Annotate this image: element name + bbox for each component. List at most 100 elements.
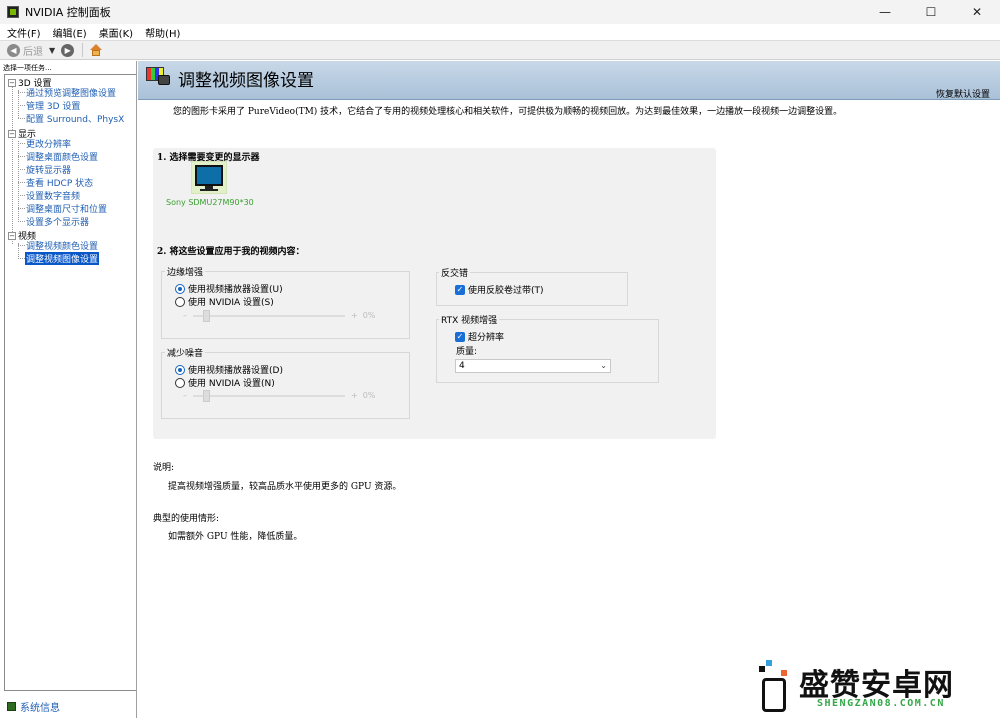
tree-item-desktop-color[interactable]: 调整桌面颜色设置	[26, 150, 98, 163]
tree-item-digital-audio[interactable]: 设置数字音频	[26, 189, 80, 202]
slider-thumb[interactable]	[203, 309, 210, 322]
tree-connector	[18, 208, 25, 209]
slider-min-label: –	[183, 311, 187, 320]
minimize-button[interactable]: —	[862, 0, 908, 24]
slider-max-label: +	[351, 311, 358, 320]
watermark-subtitle: SHENGZAN08.COM.CN	[817, 698, 945, 709]
back-arrow-icon[interactable]: ◀	[7, 43, 20, 57]
radio-selected-icon[interactable]	[175, 364, 185, 375]
noise-slider-value: 0%	[362, 391, 376, 400]
collapse-icon[interactable]: −	[8, 78, 16, 87]
checkbox-label: 超分辨率	[468, 333, 505, 343]
restore-defaults-link[interactable]: 恢复默认设置	[936, 87, 990, 100]
deinterlacing-label: 反交错	[439, 266, 471, 279]
edge-slider-value: 0%	[362, 311, 376, 320]
tree-item-desktop-size[interactable]: 调整桌面尺寸和位置	[26, 202, 107, 215]
task-tree[interactable]: − 3D 设置 通过预览调整图像设置 管理 3D 设置 配置 Surround、…	[4, 74, 136, 691]
tree-item-surround-physx[interactable]: 配置 Surround、PhysX	[26, 112, 124, 125]
task-pane-header: 选择一项任务...	[3, 64, 52, 72]
checkbox-label: 使用反胶卷过带(T)	[468, 286, 544, 296]
monitor-name[interactable]: Sony SDMU27M90*30	[166, 198, 254, 207]
slider-min-label: –	[183, 391, 187, 400]
back-button-label[interactable]: 后退	[23, 43, 43, 58]
quality-select[interactable]: 4 ⌄	[455, 359, 611, 373]
video-settings-icon	[146, 67, 172, 87]
window-title: NVIDIA 控制面板	[25, 6, 111, 19]
tree-connector	[18, 156, 25, 157]
rtx-video-label: RTX 视频增强	[439, 313, 500, 326]
edge-slider[interactable]	[193, 309, 345, 322]
usage-text: 如需额外 GPU 性能，降低质量。	[168, 532, 303, 542]
edge-slider-row: – + 0%	[183, 309, 376, 322]
slider-thumb[interactable]	[203, 389, 210, 402]
settings-panel: 1. 选择需要变更的显示器 Sony SDMU27M90*30 2. 将这些设置…	[153, 148, 716, 439]
tree-item-hdcp[interactable]: 查看 HDCP 状态	[26, 176, 93, 189]
title-bar: NVIDIA 控制面板 — ☐ ✕	[0, 0, 1000, 24]
menu-edit[interactable]: 编辑(E)	[53, 25, 87, 40]
collapse-icon[interactable]: −	[8, 129, 16, 138]
toolbar-divider	[82, 43, 84, 57]
tree-connector	[18, 195, 25, 196]
nvidia-app-icon	[7, 6, 19, 18]
tree-connector	[18, 245, 25, 246]
edge-nvidia-radio[interactable]: 使用 NVIDIA 设置(S)	[175, 295, 274, 308]
menu-help[interactable]: 帮助(H)	[145, 25, 180, 40]
monitor-icon[interactable]	[191, 161, 227, 194]
watermark: 盛赞安卓网 SHENGZAN08.COM.CN	[755, 658, 997, 716]
page-description: 您的图形卡采用了 PureVideo(TM) 技术，它结合了专用的视频处理核心和…	[173, 107, 843, 117]
system-info-icon	[7, 702, 16, 711]
tree-connector	[18, 221, 25, 222]
radio-label: 使用视频播放器设置(D)	[188, 366, 283, 376]
radio-label: 使用 NVIDIA 设置(N)	[188, 379, 275, 389]
inverse-telecine-checkbox[interactable]: ✓ 使用反胶卷过带(T)	[455, 283, 544, 296]
page-header: 调整视频图像设置 恢复默认设置	[138, 61, 1000, 100]
chevron-down-icon[interactable]: ⌄	[600, 360, 607, 372]
tree-connector	[18, 118, 25, 119]
slider-max-label: +	[351, 391, 358, 400]
tree-item-manage-3d[interactable]: 管理 3D 设置	[26, 99, 80, 112]
collapse-icon[interactable]: −	[8, 231, 16, 240]
system-info-link[interactable]: 系统信息	[7, 699, 60, 714]
radio-label: 使用 NVIDIA 设置(S)	[188, 298, 274, 308]
main-content: 调整视频图像设置 恢复默认设置 您的图形卡采用了 PureVideo(TM) 技…	[138, 61, 1000, 718]
noise-reduction-label: 减少噪音	[165, 346, 206, 359]
description-text: 提高视频增强质量，较高品质水平使用更多的 GPU 资源。	[168, 482, 402, 492]
menu-desktop[interactable]: 桌面(K)	[99, 25, 133, 40]
noise-nvidia-radio[interactable]: 使用 NVIDIA 设置(N)	[175, 376, 275, 389]
tree-item-rotate[interactable]: 旋转显示器	[26, 163, 71, 176]
quality-label: 质量:	[456, 347, 478, 357]
edge-player-radio[interactable]: 使用视频播放器设置(U)	[175, 282, 283, 295]
radio-selected-icon[interactable]	[175, 283, 185, 294]
edge-enhancement-label: 边缘增强	[165, 265, 206, 278]
tree-item-video-color[interactable]: 调整视频颜色设置	[26, 239, 98, 252]
tree-connector	[18, 143, 25, 144]
tree-connector	[18, 92, 25, 93]
radio-unselected-icon[interactable]	[175, 296, 185, 307]
window-controls: — ☐ ✕	[862, 0, 1000, 24]
task-pane: 选择一项任务... − 3D 设置 通过预览调整图像设置 管理 3D 设置 配置…	[0, 61, 137, 718]
tree-item-preview-image[interactable]: 通过预览调整图像设置	[26, 86, 116, 99]
tree-connector	[18, 182, 25, 183]
checkbox-checked-icon[interactable]: ✓	[455, 284, 465, 295]
description-label: 说明:	[153, 463, 175, 473]
tree-item-resolution[interactable]: 更改分辨率	[26, 137, 71, 150]
checkbox-checked-icon[interactable]: ✓	[455, 331, 465, 342]
home-icon[interactable]	[89, 43, 103, 57]
tree-item-multi-display[interactable]: 设置多个显示器	[26, 215, 89, 228]
close-button[interactable]: ✕	[954, 0, 1000, 24]
system-info-label[interactable]: 系统信息	[20, 699, 60, 714]
tree-connector	[18, 169, 25, 170]
maximize-button[interactable]: ☐	[908, 0, 954, 24]
noise-player-radio[interactable]: 使用视频播放器设置(D)	[175, 363, 283, 376]
super-resolution-checkbox[interactable]: ✓ 超分辨率	[455, 330, 504, 343]
noise-slider-row: – + 0%	[183, 389, 376, 402]
back-dropdown-icon[interactable]: ▼	[49, 46, 55, 55]
menu-file[interactable]: 文件(F)	[7, 25, 41, 40]
radio-unselected-icon[interactable]	[175, 377, 185, 388]
radio-label: 使用视频播放器设置(U)	[188, 285, 283, 295]
page-title: 调整视频图像设置	[178, 71, 314, 91]
usage-label: 典型的使用情形:	[153, 514, 220, 524]
noise-slider[interactable]	[193, 389, 345, 402]
forward-arrow-icon[interactable]: ▶	[61, 43, 75, 57]
tree-item-video-image[interactable]: 调整视频图像设置	[25, 252, 100, 265]
